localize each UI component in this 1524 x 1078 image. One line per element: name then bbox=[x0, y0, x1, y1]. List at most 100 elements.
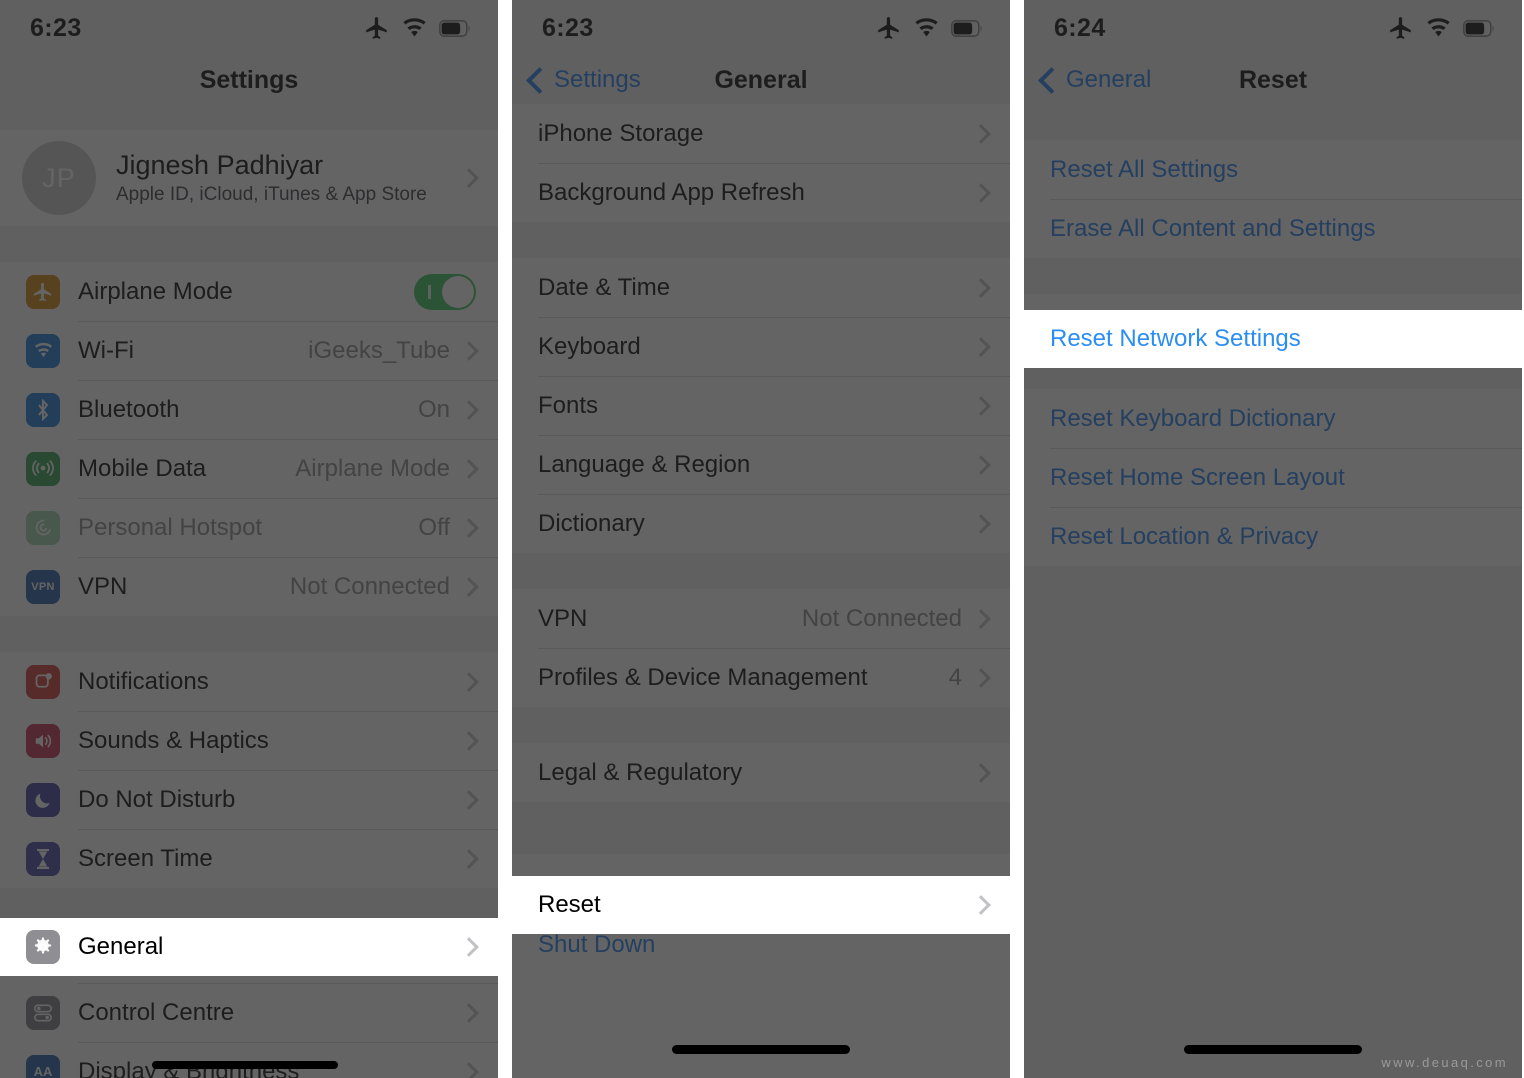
nav-bar: Settings bbox=[0, 56, 498, 104]
general-row-iphone-storage[interactable]: iPhone Storage bbox=[512, 104, 1010, 163]
reset-row-reset-home-screen-layout[interactable]: Reset Home Screen Layout bbox=[1024, 448, 1522, 507]
row-label: Language & Region bbox=[538, 450, 751, 478]
highlight-row-reset-network-settings[interactable]: Reset Network Settings bbox=[1024, 310, 1522, 368]
row-label: Sounds & Haptics bbox=[78, 726, 269, 754]
general-row-language-region[interactable]: Language & Region bbox=[512, 435, 1010, 494]
row-label: Shut Down bbox=[538, 930, 656, 958]
row-value: On bbox=[417, 395, 450, 423]
battery-icon bbox=[951, 19, 984, 37]
general-row-fonts[interactable]: Fonts bbox=[512, 376, 1010, 435]
wifi-icon bbox=[1425, 17, 1452, 39]
settings-row-bluetooth[interactable]: Bluetooth On bbox=[0, 380, 498, 439]
chevron-right-icon bbox=[459, 1002, 479, 1023]
general-row-profiles-device-management[interactable]: Profiles & Device Management 4 bbox=[512, 648, 1010, 707]
row-label: Personal Hotspot bbox=[78, 513, 263, 541]
row-label: Reset Location & Privacy bbox=[1050, 522, 1319, 550]
chevron-right-icon bbox=[971, 182, 991, 203]
chevron-right-icon bbox=[459, 340, 479, 361]
row-label: Erase All Content and Settings bbox=[1050, 214, 1376, 242]
row-label: VPN bbox=[538, 604, 588, 632]
row-label: Reset All Settings bbox=[1050, 155, 1239, 183]
row-label: Dictionary bbox=[538, 509, 645, 537]
chevron-right-icon bbox=[971, 123, 991, 144]
settings-row-do-not-disturb[interactable]: Do Not Disturb bbox=[0, 770, 498, 829]
account-group: JP Jignesh Padhiyar Apple ID, iCloud, iT… bbox=[0, 130, 498, 226]
section-gap bbox=[0, 616, 498, 652]
sounds-icon bbox=[26, 723, 60, 758]
back-button-label: General bbox=[1066, 66, 1152, 93]
status-clock: 6:23 bbox=[30, 13, 82, 42]
settings-row-control-centre[interactable]: Control Centre bbox=[0, 983, 498, 1042]
legal-group: Legal & Regulatory bbox=[512, 743, 1010, 802]
chevron-right-icon bbox=[459, 399, 479, 420]
row-value: Off bbox=[418, 513, 450, 541]
battery-icon bbox=[1463, 19, 1496, 37]
settings-row-personal-hotspot[interactable]: Personal Hotspot Off bbox=[0, 498, 498, 557]
wifi-icon bbox=[26, 333, 60, 368]
vpn-icon: VPN bbox=[26, 569, 60, 604]
airplane-mode-toggle[interactable] bbox=[414, 273, 476, 310]
row-value: iGeeks_Tube bbox=[308, 336, 450, 364]
back-button-settings[interactable]: Settings bbox=[526, 66, 641, 94]
chevron-right-icon bbox=[971, 762, 991, 783]
chevron-right-icon bbox=[971, 895, 991, 915]
section-gap bbox=[1024, 258, 1522, 294]
gear-icon bbox=[26, 930, 60, 964]
general-row-legal-regulatory[interactable]: Legal & Regulatory bbox=[512, 743, 1010, 802]
status-clock: 6:23 bbox=[542, 13, 594, 42]
settings-row-vpn[interactable]: VPN VPN Not Connected bbox=[0, 557, 498, 616]
nav-bar: General Reset bbox=[1024, 56, 1522, 104]
reset-row-reset-keyboard-dictionary[interactable]: Reset Keyboard Dictionary bbox=[1024, 389, 1522, 448]
section-gap bbox=[0, 226, 498, 262]
reset-row-erase-all-content[interactable]: Erase All Content and Settings bbox=[1024, 199, 1522, 258]
reset-row-reset-location-privacy[interactable]: Reset Location & Privacy bbox=[1024, 507, 1522, 566]
airplane-icon bbox=[364, 15, 390, 41]
row-value: Airplane Mode bbox=[295, 454, 450, 482]
row-label: Notifications bbox=[78, 667, 209, 695]
highlight-row-label: Reset bbox=[538, 891, 601, 918]
notifications-icon bbox=[26, 664, 60, 699]
locale-group: Date & Time Keyboard Fonts Language & Re… bbox=[512, 258, 1010, 553]
settings-row-notifications[interactable]: Notifications bbox=[0, 652, 498, 711]
chevron-right-icon bbox=[459, 730, 479, 751]
general-row-dictionary[interactable]: Dictionary bbox=[512, 494, 1010, 553]
reset-row-reset-all-settings[interactable]: Reset All Settings bbox=[1024, 140, 1522, 199]
settings-row-screen-time[interactable]: Screen Time bbox=[0, 829, 498, 888]
back-button-general[interactable]: General bbox=[1038, 66, 1152, 94]
chevron-right-icon bbox=[459, 937, 479, 957]
airplane-icon bbox=[26, 274, 60, 309]
home-indicator bbox=[1184, 1045, 1362, 1054]
settings-row-airplane-mode[interactable]: Airplane Mode bbox=[0, 262, 498, 321]
general-row-keyboard[interactable]: Keyboard bbox=[512, 317, 1010, 376]
three-panel-tutorial: 6:23 Settings JP Jignesh Padhiyar Apple … bbox=[0, 0, 1524, 1078]
section-gap bbox=[512, 553, 1010, 589]
chevron-right-icon bbox=[459, 848, 479, 869]
page-title: Settings bbox=[199, 65, 299, 94]
highlight-row-general[interactable]: General bbox=[0, 918, 498, 976]
section-gap bbox=[512, 707, 1010, 743]
chevron-right-icon bbox=[971, 277, 991, 298]
section-gap bbox=[0, 104, 498, 130]
settings-row-sounds-haptics[interactable]: Sounds & Haptics bbox=[0, 711, 498, 770]
highlight-row-label: General bbox=[78, 933, 164, 960]
row-label: Reset Keyboard Dictionary bbox=[1050, 404, 1336, 432]
status-bar: 6:24 bbox=[1024, 0, 1522, 56]
general-row-vpn[interactable]: VPN Not Connected bbox=[512, 589, 1010, 648]
general-row-date-time[interactable]: Date & Time bbox=[512, 258, 1010, 317]
settings-row-display-brightness[interactable]: AA Display & Brightness bbox=[0, 1042, 498, 1078]
apple-id-row[interactable]: JP Jignesh Padhiyar Apple ID, iCloud, iT… bbox=[0, 130, 498, 226]
general-row-background-app-refresh[interactable]: Background App Refresh bbox=[512, 163, 1010, 222]
chevron-right-icon bbox=[459, 458, 479, 479]
highlight-row-reset[interactable]: Reset bbox=[512, 876, 1010, 934]
status-icons bbox=[364, 15, 472, 41]
chevron-right-icon bbox=[459, 1061, 479, 1078]
phone-screen-reset: 6:24 General Reset Reset All Settings Er… bbox=[1024, 0, 1522, 1078]
chevron-right-icon bbox=[971, 608, 991, 629]
row-label: Wi-Fi bbox=[78, 336, 134, 364]
settings-row-wifi[interactable]: Wi-Fi iGeeks_Tube bbox=[0, 321, 498, 380]
battery-icon bbox=[439, 19, 472, 37]
vpn-profiles-group: VPN Not Connected Profiles & Device Mana… bbox=[512, 589, 1010, 707]
account-name: Jignesh Padhiyar bbox=[116, 150, 324, 180]
chevron-left-icon bbox=[526, 66, 553, 94]
settings-row-mobile-data[interactable]: Mobile Data Airplane Mode bbox=[0, 439, 498, 498]
